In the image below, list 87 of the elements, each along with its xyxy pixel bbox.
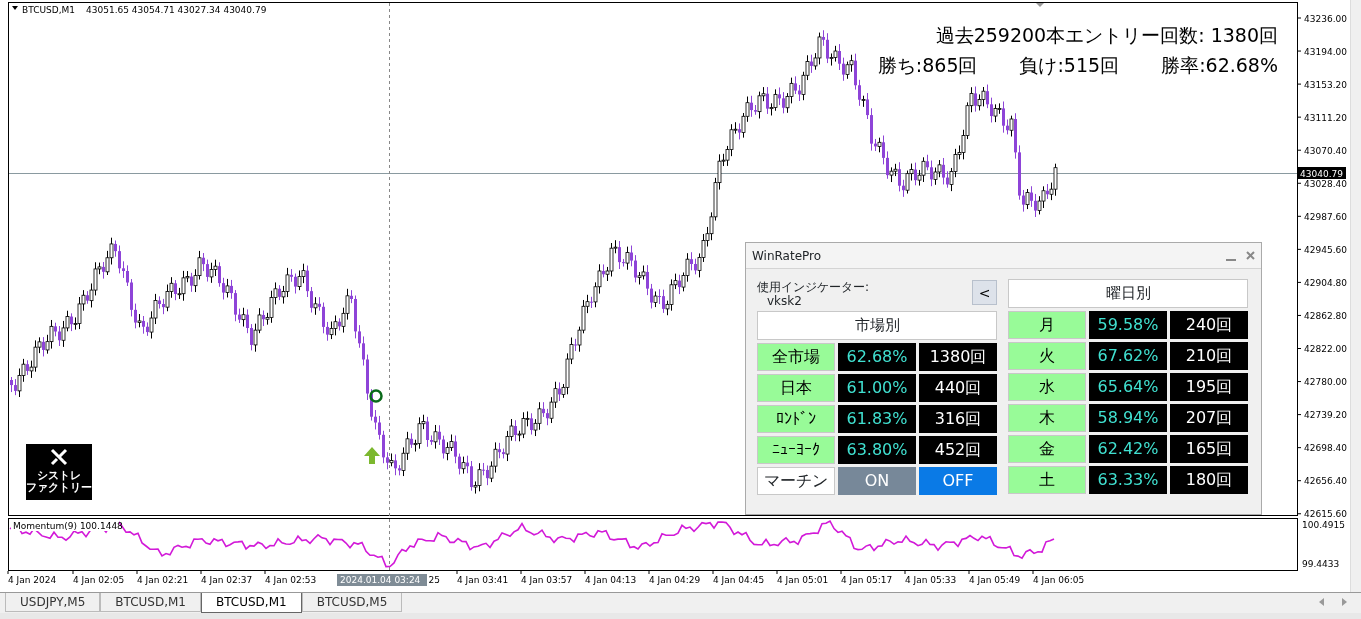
time-label: 4 Jan 05:33 — [905, 575, 957, 585]
indicator-name: vksk2 — [766, 294, 803, 308]
price-label: 42739.20 — [1304, 410, 1347, 421]
price-label: 42904.80 — [1304, 277, 1347, 288]
weekday-label: 土 — [1008, 466, 1086, 494]
market-header: 市場別 — [757, 311, 997, 340]
price-label: 42822.00 — [1304, 344, 1347, 354]
price-label: 42987.60 — [1304, 211, 1347, 222]
chart-tab[interactable]: USDJPY,M5 — [5, 593, 101, 612]
off-button[interactable]: OFF — [919, 467, 997, 495]
win-rate-cell: 62.42% — [1089, 435, 1167, 463]
weekday-header: 曜日別 — [1008, 279, 1248, 308]
count-cell: 165回 — [1170, 435, 1248, 463]
time-label: 4 Jan 03:57 — [521, 575, 573, 585]
time-label: 4 Jan 06:05 — [1033, 575, 1085, 585]
indicator-caption: 使用インジケーター: — [757, 280, 870, 294]
weekday-label: 火 — [1008, 342, 1086, 370]
win-rate-cell: 61.83% — [838, 405, 916, 433]
time-label: 4 Jan 2024 — [8, 575, 57, 585]
price-label: 43236.00 — [1304, 13, 1347, 24]
market-label: ﾛﾝﾄﾞﾝ — [757, 405, 835, 433]
chart-tab[interactable]: BTCUSD,M1 — [100, 593, 201, 612]
time-label: 4 Jan 02:37 — [201, 575, 253, 585]
time-label: 4 Jan 04:45 — [713, 575, 765, 585]
price-label: 43111.20 — [1304, 112, 1347, 123]
price-label: 43194.00 — [1304, 46, 1347, 57]
time-label: 4 Jan 05:17 — [841, 575, 893, 585]
indicator-axis-label: 99.4433 — [1302, 559, 1340, 569]
panel-title: WinRatePro — [752, 247, 823, 265]
win-rate-cell: 62.68% — [838, 343, 916, 371]
count-cell: 1380回 — [919, 343, 997, 371]
count-cell: 210回 — [1170, 342, 1248, 370]
chart-tab[interactable]: BTCUSD,M5 — [301, 593, 403, 612]
indicator-axis-label: 100.4915 — [1302, 520, 1345, 530]
entry-count-text: 過去259200本エントリー回数: 1380回 — [934, 23, 1278, 48]
price-label: 42656.40 — [1304, 476, 1347, 487]
price-label: 42862.80 — [1304, 310, 1347, 321]
time-label: 4 Jan 02:53 — [265, 575, 317, 585]
time-label: 4 Jan 05:49 — [969, 575, 1021, 585]
losses-text: 負け:515回 — [1019, 53, 1120, 78]
on-button[interactable]: ON — [838, 467, 916, 495]
time-label: 4 Jan 03:41 — [457, 575, 509, 585]
time-label: 4 Jan 02:05 — [73, 575, 125, 585]
market-label: ﾆｭｰﾖｰｸ — [757, 436, 835, 464]
weekday-label: 金 — [1008, 435, 1086, 463]
price-label: 43070.40 — [1304, 145, 1347, 156]
win-rate-cell: 63.33% — [1089, 466, 1167, 494]
win-rate-cell: 67.62% — [1089, 342, 1167, 370]
martingale-label: マーチン — [757, 467, 835, 495]
count-cell: 180回 — [1170, 466, 1248, 494]
logo: シストレ ファクトリー — [26, 444, 92, 500]
weekday-label: 水 — [1008, 373, 1086, 401]
count-cell: 195回 — [1170, 373, 1248, 401]
symbol-label: BTCUSD,M1 — [22, 5, 75, 15]
count-cell: 440回 — [919, 374, 997, 402]
win-rate-cell: 65.64% — [1089, 373, 1167, 401]
weekday-label: 木 — [1008, 404, 1086, 432]
time-label: 4 Jan 05:01 — [777, 575, 829, 585]
win-rate-cell: 63.80% — [838, 436, 916, 464]
wins-text: 勝ち:865回 — [877, 53, 978, 78]
market-label: 全市場 — [757, 343, 835, 371]
count-cell: 452回 — [919, 436, 997, 464]
price-label: 43153.20 — [1304, 79, 1347, 90]
price-label: 42780.00 — [1304, 377, 1347, 388]
win-rate-cell: 61.00% — [838, 374, 916, 402]
count-cell: 207回 — [1170, 404, 1248, 432]
time-label: 4 Jan 04:13 — [585, 575, 637, 585]
time-label: 4 Jan 04:29 — [649, 575, 701, 585]
time-label: 4 Jan 02:21 — [137, 575, 189, 585]
ohlc-values: 43051.65 43054.71 43027.34 43040.79 — [86, 5, 267, 15]
crosshair-time-label: 2024.01.04 03:24 — [337, 574, 427, 586]
win-rate-text: 勝率:62.68% — [1161, 53, 1278, 78]
price-label: 42615.60 — [1304, 509, 1347, 520]
count-cell: 316回 — [919, 405, 997, 433]
price-label: 42945.60 — [1304, 244, 1347, 255]
back-button[interactable]: < — [972, 280, 997, 305]
price-label: 42698.40 — [1304, 443, 1347, 454]
win-rate-cell: 59.58% — [1089, 311, 1167, 339]
market-label: 日本 — [757, 374, 835, 402]
count-cell: 240回 — [1170, 311, 1248, 339]
current-price-tag: 43040.79 — [1298, 167, 1346, 179]
indicator-label: Momentum(9) 100.1448 — [13, 521, 123, 531]
weekday-label: 月 — [1008, 311, 1086, 339]
chart-tab[interactable]: BTCUSD,M1 — [201, 593, 302, 613]
price-label: 43028.40 — [1304, 178, 1347, 189]
time-label: 25 — [428, 575, 440, 585]
win-rate-cell: 58.94% — [1089, 404, 1167, 432]
